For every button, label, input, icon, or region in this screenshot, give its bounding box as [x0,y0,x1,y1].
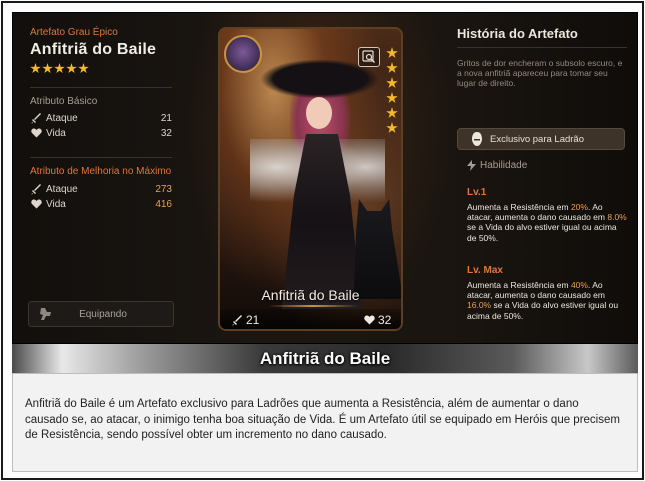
artwork-dog [353,199,401,299]
base-health-row: Vida 32 [30,126,172,140]
card-health-value: 32 [378,313,392,327]
star-icon [386,77,398,88]
star-icon [386,107,398,118]
equipping-label: Equipando [79,308,127,320]
card-attack-value: 21 [246,313,260,327]
artifact-stars [30,63,89,74]
skill-lvmax-text: Aumenta a Resistência em 40%. Ao atacar,… [467,280,619,321]
artifact-info-panel: Artefato Grau Épico Anfitriã do Baile At… [13,13,183,343]
history-text: Gritos de dor encheram o subsolo escuro,… [457,58,623,88]
skill-header: Habilidade [467,160,527,171]
heart-icon [30,198,42,210]
card-title: Anfitriã do Baile [261,287,360,303]
divider [457,47,627,48]
base-attributes-title: Atributo Básico [30,96,98,107]
max-attributes-title: Atributo de Melhoria no Máximo [30,166,172,177]
heart-icon [30,127,42,139]
exclusive-label: Exclusivo para Ladrão [490,133,584,145]
stat-value: 21 [160,112,172,124]
star-icon [42,63,53,74]
magnifier-icon [362,50,375,63]
caption-title: Anfitriã do Baile [259,348,391,368]
card-attack: 21 [232,313,259,327]
history-title: História do Artefato [457,26,578,41]
skill-title: Habilidade [480,160,528,171]
sword-icon [30,112,42,124]
description-box: Anfitriã do Baile é um Artefato exclusiv… [12,373,638,472]
max-health-row: Vida 416 [30,197,172,211]
stat-value: 273 [155,183,172,195]
stat-label: Vida [46,127,66,139]
caption-bar: Anfitriã do Baile [12,344,638,373]
base-attack-row: Ataque 21 [30,111,172,125]
artifact-grade: Artefato Grau Épico [30,27,118,38]
game-screen: Artefato Grau Épico Anfitriã do Baile At… [12,12,638,344]
thief-class-icon [468,130,486,148]
sword-icon [30,183,42,195]
exclusive-class-badge: Exclusivo para Ladrão [457,128,625,150]
stat-label: Vida [46,198,66,210]
star-icon [386,122,398,133]
star-icon [66,63,77,74]
star-icon [386,92,398,103]
card-stars [386,47,398,134]
skill-lvmax-label: Lv. Max [467,265,503,276]
heart-icon [364,315,375,325]
star-icon [386,62,398,73]
screenshot-frame: Artefato Grau Épico Anfitriã do Baile At… [1,1,644,480]
stat-label: Ataque [46,183,78,195]
artwork-face [306,97,332,129]
zoom-button[interactable] [358,47,380,67]
divider [30,87,172,88]
skill-lv1-label: Lv.1 [467,187,487,198]
sword-icon [232,314,242,325]
stat-value: 416 [155,198,172,210]
star-icon [30,63,41,74]
description-text: Anfitriã do Baile é um Artefato exclusiv… [25,398,620,441]
skill-lv1-text: Aumenta a Resistência em 20%. Ao atacar,… [467,202,627,243]
star-icon [386,47,398,58]
equipping-button[interactable]: Equipando [28,301,174,327]
hero-equip-icon [35,303,57,325]
artifact-lore-panel: História do Artefato Gritos de dor enche… [445,13,637,343]
artifact-card: Anfitriã do Baile 21 32 [218,27,403,331]
divider [30,157,172,158]
max-attack-row: Ataque 273 [30,182,172,196]
lightning-icon [467,160,476,171]
hero-portrait-icon [224,35,262,73]
stat-label: Ataque [46,112,78,124]
card-health: 32 [364,313,391,327]
stat-value: 32 [160,127,172,139]
star-icon [54,63,65,74]
star-icon [78,63,89,74]
card-ornament [268,305,358,307]
artifact-name: Anfitriã do Baile [30,41,157,58]
